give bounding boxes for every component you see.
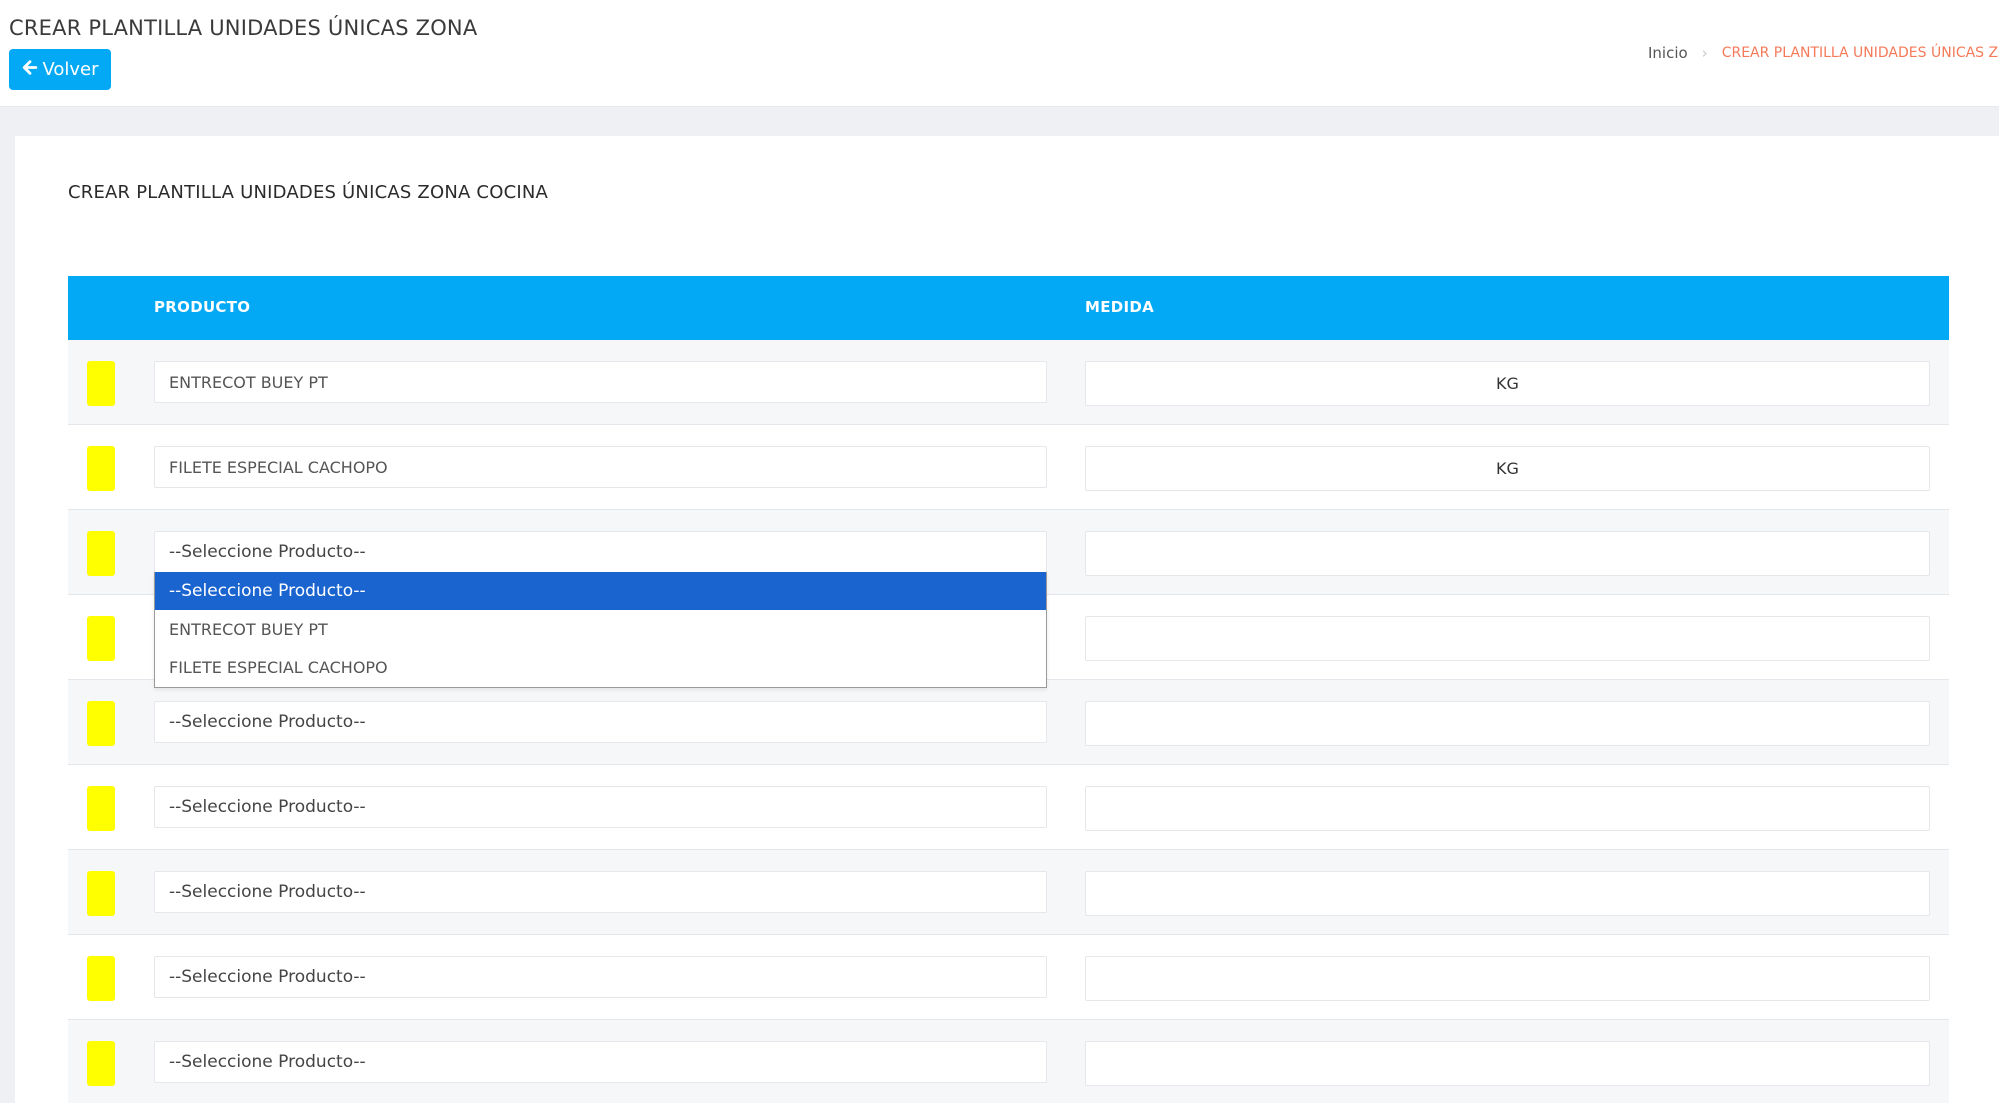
row-marker — [87, 701, 115, 746]
table-row: --Seleccione Producto-- — [68, 850, 1949, 935]
card-title: CREAR PLANTILLA UNIDADES ÚNICAS ZONA COC… — [68, 182, 549, 203]
producto-dropdown-list[interactable]: --Seleccione Producto-- ENTRECOT BUEY PT… — [154, 572, 1047, 688]
medida-field[interactable] — [1085, 786, 1930, 831]
back-button[interactable]: Volver — [9, 49, 111, 90]
row-marker — [87, 786, 115, 831]
producto-select[interactable]: --Seleccione Producto-- — [154, 871, 1047, 913]
arrow-left-icon — [21, 59, 38, 81]
row-marker — [87, 871, 115, 916]
table-header: PRODUCTO MEDIDA — [68, 276, 1949, 340]
page-title: CREAR PLANTILLA UNIDADES ÚNICAS ZONA — [9, 16, 478, 40]
producto-select[interactable]: --Seleccione Producto-- — [154, 956, 1047, 998]
medida-field[interactable]: KG — [1085, 361, 1930, 406]
chevron-right-icon: › — [1701, 44, 1708, 62]
dropdown-option[interactable]: --Seleccione Producto-- — [155, 572, 1046, 610]
table-row: --Seleccione Producto-- — [68, 935, 1949, 1020]
table-row: --Seleccione Producto-- — [68, 1020, 1949, 1103]
breadcrumb-home-link[interactable]: Inicio — [1648, 44, 1688, 62]
producto-select[interactable]: --Seleccione Producto-- — [154, 701, 1047, 743]
breadcrumb: Inicio › CREAR PLANTILLA UNIDADES ÚNICAS… — [1648, 44, 1999, 62]
medida-field[interactable] — [1085, 956, 1930, 1001]
medida-field[interactable] — [1085, 531, 1930, 576]
row-marker — [87, 531, 115, 576]
dropdown-option[interactable]: FILETE ESPECIAL CACHOPO — [155, 648, 1046, 686]
medida-field[interactable] — [1085, 616, 1930, 661]
table-row: FILETE ESPECIAL CACHOPO KG — [68, 425, 1949, 510]
medida-field[interactable] — [1085, 1041, 1930, 1086]
producto-select[interactable]: --Seleccione Producto-- — [154, 1041, 1047, 1083]
producto-select[interactable]: --Seleccione Producto-- — [154, 786, 1047, 828]
row-marker — [87, 446, 115, 491]
table-body: ENTRECOT BUEY PT KG FILETE ESPECIAL CACHOP… — [68, 340, 1949, 1103]
medida-field[interactable]: KG — [1085, 446, 1930, 491]
medida-field[interactable] — [1085, 701, 1930, 746]
breadcrumb-current: CREAR PLANTILLA UNIDADES ÚNICAS ZON — [1721, 45, 1999, 61]
row-marker — [87, 616, 115, 661]
dropdown-option[interactable]: ENTRECOT BUEY PT — [155, 610, 1046, 648]
row-marker — [87, 361, 115, 406]
table-row: --Seleccione Producto-- — [68, 765, 1949, 850]
top-header: CREAR PLANTILLA UNIDADES ÚNICAS ZONA Vol… — [0, 0, 1999, 107]
producto-select[interactable]: ENTRECOT BUEY PT — [154, 361, 1047, 403]
row-marker — [87, 1041, 115, 1086]
row-marker — [87, 956, 115, 1001]
producto-select[interactable]: FILETE ESPECIAL CACHOPO — [154, 446, 1047, 488]
column-header-producto: PRODUCTO — [154, 298, 251, 316]
column-header-medida: MEDIDA — [1085, 298, 1155, 316]
template-table: PRODUCTO MEDIDA ENTRECOT BUEY PT KG FILETE… — [68, 276, 1949, 1103]
medida-field[interactable] — [1085, 871, 1930, 916]
back-button-label: Volver — [42, 59, 99, 80]
table-row: ENTRECOT BUEY PT KG — [68, 340, 1949, 425]
table-row: --Seleccione Producto-- — [68, 680, 1949, 765]
producto-select[interactable]: --Seleccione Producto-- — [154, 531, 1047, 573]
